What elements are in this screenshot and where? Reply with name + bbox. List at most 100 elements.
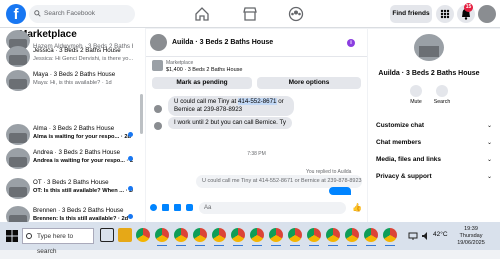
clock-time: 19:39 — [464, 226, 478, 232]
chat-title[interactable]: Auilda · 3 Beds 2 Baths House — [172, 39, 273, 46]
customize-chat-row[interactable]: Customize chat ⌄ — [376, 122, 492, 132]
facebook-search-input[interactable]: Search Facebook — [29, 5, 135, 23]
conversation-snippet: Alma is waiting for your respo... · 2d — [33, 134, 131, 140]
message-text: U could call me Tiny at — [174, 98, 238, 105]
conversation-item[interactable]: Maya · 3 Beds 2 Baths House Maya: Hi, is… — [0, 68, 138, 92]
chrome-icon[interactable] — [231, 228, 245, 246]
temperature-readout[interactable]: 42°C — [433, 231, 448, 238]
chat-members-row[interactable]: Chat members ⌄ — [376, 139, 492, 149]
listing-label: Marketplace — [166, 60, 194, 66]
conversation-name: OT · 3 Beds 2 Baths House — [33, 179, 109, 186]
chrome-icon[interactable] — [193, 228, 207, 246]
row-label: Chat members — [376, 139, 422, 146]
listing-thumbnail — [6, 46, 30, 67]
gif-icon[interactable] — [186, 204, 193, 211]
row-label: Media, files and links — [376, 156, 442, 163]
chevron-down-icon: ⌄ — [486, 157, 492, 163]
message-bubble[interactable]: U could call me Tiny at 414-552-8671 or … — [168, 96, 294, 116]
conversation-snippet: Andrea is waiting for your respo... · 2d — [33, 158, 133, 164]
media-files-links-row[interactable]: Media, files and links ⌄ — [376, 156, 492, 166]
chrome-icon[interactable] — [383, 228, 397, 246]
bell-icon — [410, 85, 422, 97]
chat-listing-avatar[interactable] — [150, 34, 167, 51]
mark-as-pending-button[interactable]: Mark as pending — [152, 77, 252, 89]
conversation-name: Maya · 3 Beds 2 Baths House — [33, 71, 116, 78]
more-options-button[interactable]: More options — [257, 77, 361, 89]
windows-taskbar: Type here to search 42°C 19:39 Thursday … — [0, 222, 500, 255]
facebook-logo[interactable]: f — [6, 4, 26, 24]
chrome-icon[interactable] — [326, 228, 340, 246]
chrome-icon[interactable] — [250, 228, 264, 246]
photo-icon[interactable] — [162, 204, 169, 211]
conversation-item[interactable]: Andrea · 3 Beds 2 Baths House Andrea is … — [0, 146, 138, 170]
thumbs-up-icon[interactable]: 👍 — [352, 203, 362, 212]
volume-icon[interactable] — [421, 231, 431, 241]
sender-avatar — [154, 105, 162, 113]
sidebar-scrollbar[interactable] — [140, 94, 143, 134]
conversation-name: Alma · 3 Beds 2 Baths House — [33, 125, 115, 132]
chrome-icon[interactable] — [307, 228, 321, 246]
row-label: Privacy & support — [376, 173, 432, 180]
search-in-conversation-button[interactable]: Search — [428, 85, 456, 105]
listing-summary[interactable]: Marketplace $1,400 · 3 Beds 2 Baths Hous… — [146, 58, 367, 74]
chat-header: Auilda · 3 Beds 2 Baths House i — [146, 29, 367, 57]
mute-button[interactable]: Mute — [402, 85, 430, 105]
chrome-icon[interactable] — [174, 228, 188, 246]
conversation-item[interactable]: Alma · 3 Beds 2 Baths House Alma is wait… — [0, 122, 138, 146]
chrome-icon[interactable] — [288, 228, 302, 246]
message-input[interactable]: Aa — [199, 202, 346, 214]
listing-thumbnail — [6, 124, 30, 145]
chrome-icon[interactable] — [345, 228, 359, 246]
windows-start-icon[interactable] — [6, 230, 18, 242]
marketplace-icon[interactable] — [242, 6, 258, 22]
file-explorer-icon[interactable] — [118, 228, 132, 242]
message-text: I work until 2 but you can call Bernice.… — [174, 119, 287, 126]
chrome-icon[interactable] — [364, 228, 378, 246]
info-icon[interactable]: i — [347, 39, 355, 47]
marketplace-inbox-sidebar: ← Marketplace Hazem Aldwymeh · 3 Beds 2 … — [0, 28, 145, 222]
notification-count-badge: 15 — [464, 3, 473, 12]
conversation-details-panel: Auilda · 3 Beds 2 Baths House Mute Searc… — [368, 29, 500, 222]
account-avatar[interactable] — [478, 5, 496, 23]
conversation-name: Andrea · 3 Beds 2 Baths House — [33, 149, 121, 156]
listing-thumbnail — [6, 178, 30, 199]
chevron-down-icon: ⌄ — [486, 174, 492, 180]
conversation-item[interactable]: Jessica · 3 Beds 2 Baths House Jessica: … — [0, 44, 138, 68]
sticker-icon[interactable] — [174, 204, 181, 211]
conversation-snippet: OT: Is this still available? When ... · … — [33, 188, 133, 194]
chevron-down-icon: ⌄ — [486, 123, 492, 129]
search-icon — [436, 85, 448, 97]
message-bubble[interactable]: I work until 2 but you can call Bernice.… — [168, 117, 293, 129]
network-icon[interactable] — [408, 231, 418, 241]
chrome-icon[interactable] — [155, 228, 169, 246]
groups-icon[interactable] — [288, 6, 304, 22]
chrome-icon[interactable] — [136, 228, 150, 242]
taskbar-clock[interactable]: 19:39 Thursday 19/06/2025 — [454, 226, 488, 247]
task-view-icon[interactable] — [100, 228, 114, 242]
highlighted-phone-number[interactable]: 414-552-8671 — [237, 98, 277, 105]
sender-avatar — [154, 122, 162, 130]
find-friends-button[interactable]: Find friends — [390, 5, 432, 23]
conversation-snippet: Maya: Hi, is this available? · 1d — [33, 80, 112, 86]
conversation-item[interactable]: Brennen · 3 Beds 2 Baths House Brennen: … — [0, 204, 138, 222]
chrome-icon[interactable] — [269, 228, 283, 246]
search-placeholder: Search Facebook — [44, 10, 95, 17]
unread-dot — [128, 156, 133, 161]
sent-message-bubble[interactable] — [329, 187, 351, 195]
search-icon — [34, 10, 41, 17]
listing-photo[interactable] — [414, 34, 444, 61]
conversation-name: Brennen · 3 Beds 2 Baths House — [33, 207, 124, 214]
listing-detail: $1,400 · 3 Beds 2 Baths House — [166, 67, 243, 73]
listing-thumbnail — [6, 70, 30, 91]
plus-icon[interactable] — [150, 204, 157, 211]
conversation-item[interactable]: OT · 3 Beds 2 Baths House OT: Is this st… — [0, 176, 138, 200]
message-composer: Aa 👍 — [146, 199, 367, 217]
privacy-support-row[interactable]: Privacy & support ⌄ — [376, 173, 492, 183]
conversation-name: Jessica · 3 Beds 2 Baths House — [33, 47, 121, 54]
listing-thumbnail — [152, 60, 163, 71]
menu-button[interactable] — [436, 5, 454, 23]
search-icon — [26, 233, 32, 239]
taskbar-search-input[interactable]: Type here to search — [22, 228, 94, 255]
chrome-icon[interactable] — [212, 228, 226, 246]
home-icon[interactable] — [194, 6, 210, 22]
